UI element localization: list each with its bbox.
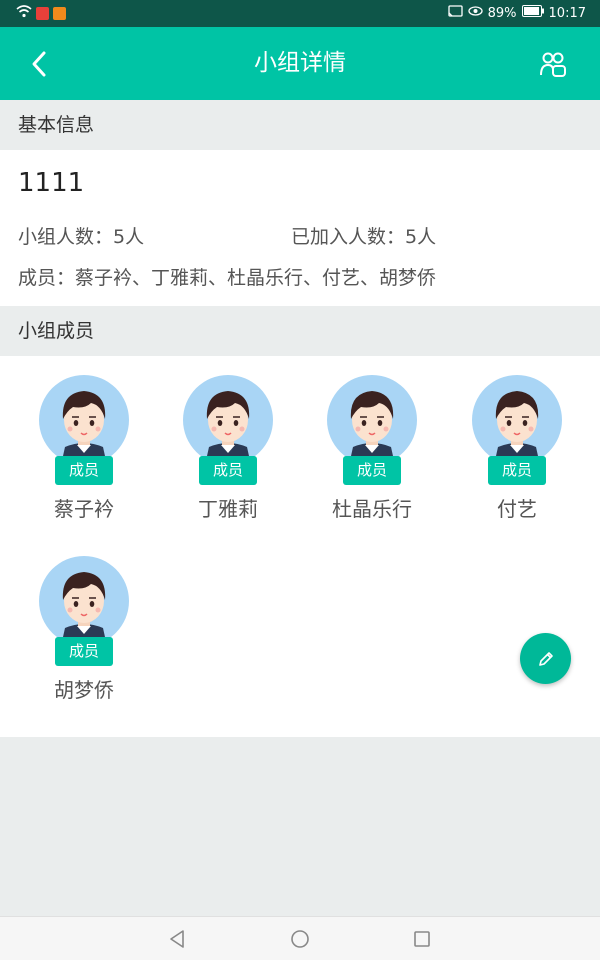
basic-info-header: 基本信息 [0, 100, 600, 150]
avatar [39, 556, 129, 646]
role-badge: 成员 [55, 637, 113, 666]
clock: 10:17 [548, 5, 586, 21]
members-list: 成员：蔡子衿、丁雅莉、杜晶乐行、付艺、胡梦侨 [18, 267, 437, 289]
basic-info-panel: 1111 小组人数：5人 已加入人数：5人 成员：蔡子衿、丁雅莉、杜晶乐行、付艺… [0, 150, 600, 306]
battery-percent: 89% [487, 5, 517, 21]
members-header: 小组成员 [0, 306, 600, 356]
member-name: 丁雅莉 [198, 497, 258, 521]
member-card[interactable]: 成员 胡梦侨 [24, 556, 144, 703]
group-name: 1111 [18, 168, 85, 198]
cast-icon [447, 5, 463, 21]
avatar-wrap: 成员 [39, 375, 129, 487]
avatar [472, 375, 562, 465]
triangle-back-icon [170, 930, 184, 948]
circle-home-icon [291, 930, 309, 948]
status-right: 89% 10:17 [447, 5, 586, 21]
boy-avatar-icon [494, 391, 540, 465]
notification-app-icon [36, 7, 49, 20]
notification-app-icon [53, 7, 66, 20]
battery-icon [521, 5, 544, 21]
edit-icon [538, 651, 553, 666]
boy-avatar-icon [61, 391, 107, 465]
square-recents-icon [414, 931, 430, 947]
member-card[interactable]: 成员 付艺 [457, 375, 577, 522]
nav-home-button[interactable] [288, 927, 312, 951]
member-card[interactable]: 成员 丁雅莉 [168, 375, 288, 522]
boy-avatar-icon [205, 391, 251, 465]
back-icon [32, 51, 46, 77]
role-badge: 成员 [199, 456, 257, 485]
eye-comfort-icon [467, 5, 483, 21]
boy-avatar-icon [349, 391, 395, 465]
avatar [327, 375, 417, 465]
role-badge: 成员 [488, 456, 546, 485]
avatar [39, 375, 129, 465]
boy-avatar-icon [61, 572, 107, 646]
group-members-button[interactable] [534, 45, 572, 83]
nav-back-button[interactable] [165, 927, 189, 951]
group-members-icon [540, 52, 566, 77]
status-left [16, 5, 66, 22]
avatar-wrap: 成员 [183, 375, 273, 487]
member-card[interactable]: 成员 杜晶乐行 [312, 375, 432, 522]
avatar-wrap: 成员 [472, 375, 562, 487]
group-size: 小组人数：5人 [18, 226, 145, 248]
back-button[interactable] [20, 45, 58, 83]
edit-button[interactable] [520, 633, 571, 684]
status-bar: 89% 10:17 [0, 0, 600, 27]
member-name: 付艺 [497, 497, 537, 521]
page-title: 小组详情 [254, 50, 346, 76]
wifi-icon [16, 5, 32, 22]
member-name: 杜晶乐行 [332, 497, 412, 521]
member-name: 胡梦侨 [54, 678, 114, 702]
system-nav-bar [0, 916, 600, 960]
member-card[interactable]: 成员 蔡子衿 [24, 375, 144, 522]
avatar-wrap: 成员 [327, 375, 417, 487]
avatar [183, 375, 273, 465]
nav-recents-button[interactable] [410, 927, 434, 951]
joined-count: 已加入人数：5人 [291, 226, 437, 248]
app-bar: 小组详情 [0, 27, 600, 100]
role-badge: 成员 [55, 456, 113, 485]
member-name: 蔡子衿 [54, 497, 114, 521]
role-badge: 成员 [343, 456, 401, 485]
avatar-wrap: 成员 [39, 556, 129, 668]
